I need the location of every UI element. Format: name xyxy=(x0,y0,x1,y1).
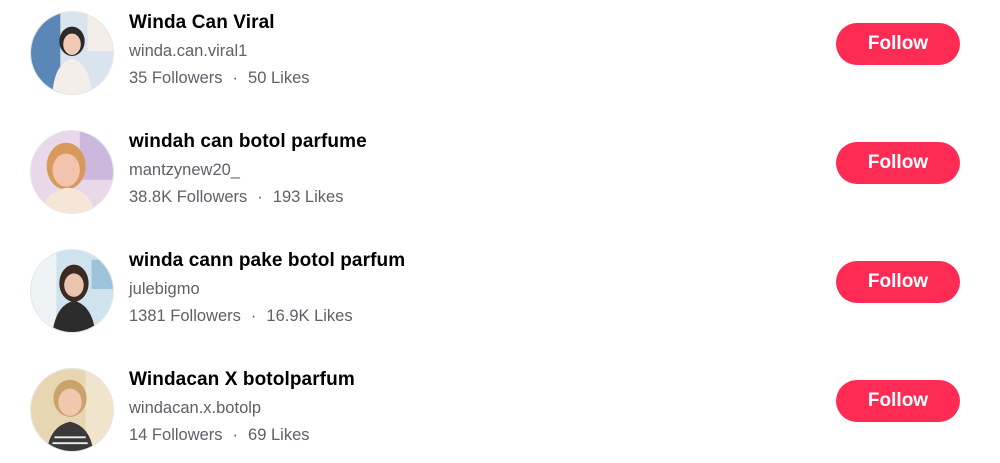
separator-dot: · xyxy=(232,426,239,444)
user-handle: julebigmo xyxy=(129,280,200,298)
follow-button[interactable]: Follow xyxy=(836,142,960,184)
user-stats: 14 Followers · 69 Likes xyxy=(129,426,310,445)
user-list-item[interactable]: windah can botol parfume mantzynew20_ 38… xyxy=(0,119,1000,219)
avatar[interactable] xyxy=(30,11,114,95)
avatar-image xyxy=(31,369,113,451)
user-display-name[interactable]: Windacan X botolparfum xyxy=(129,369,355,391)
user-list-item[interactable]: winda cann pake botol parfum julebigmo 1… xyxy=(0,238,1000,338)
user-list-item[interactable]: Winda Can Viral winda.can.viral1 35 Foll… xyxy=(0,0,1000,100)
avatar-image xyxy=(31,250,113,332)
separator-dot: · xyxy=(250,307,257,325)
user-handle: winda.can.viral1 xyxy=(129,42,248,60)
user-stats: 1381 Followers · 16.9K Likes xyxy=(129,307,353,326)
user-display-name[interactable]: Winda Can Viral xyxy=(129,12,275,34)
user-stats: 38.8K Followers · 193 Likes xyxy=(129,188,343,207)
user-handle: windacan.x.botolp xyxy=(129,399,262,417)
separator-dot: · xyxy=(232,69,239,87)
followers-count: 38.8K Followers xyxy=(129,188,248,206)
likes-count: 69 Likes xyxy=(248,426,310,444)
user-search-results: Winda Can Viral winda.can.viral1 35 Foll… xyxy=(0,0,1000,463)
follow-button[interactable]: Follow xyxy=(836,380,960,422)
avatar-image xyxy=(31,131,113,213)
avatar[interactable] xyxy=(30,368,114,452)
user-display-name[interactable]: winda cann pake botol parfum xyxy=(129,250,405,272)
follow-button[interactable]: Follow xyxy=(836,261,960,303)
likes-count: 50 Likes xyxy=(248,69,310,87)
likes-count: 16.9K Likes xyxy=(266,307,353,325)
avatar-image xyxy=(31,12,113,94)
separator-dot: · xyxy=(257,188,263,206)
followers-count: 35 Followers xyxy=(129,69,223,87)
user-stats: 35 Followers · 50 Likes xyxy=(129,69,310,88)
user-display-name[interactable]: windah can botol parfume xyxy=(129,131,367,153)
user-list-item[interactable]: Windacan X botolparfum windacan.x.botolp… xyxy=(0,357,1000,457)
follow-button[interactable]: Follow xyxy=(836,23,960,65)
likes-count: 193 Likes xyxy=(272,188,344,206)
avatar[interactable] xyxy=(30,249,114,333)
user-handle: mantzynew20_ xyxy=(129,161,240,179)
followers-count: 1381 Followers xyxy=(129,307,241,325)
followers-count: 14 Followers xyxy=(129,426,223,444)
avatar[interactable] xyxy=(30,130,114,214)
